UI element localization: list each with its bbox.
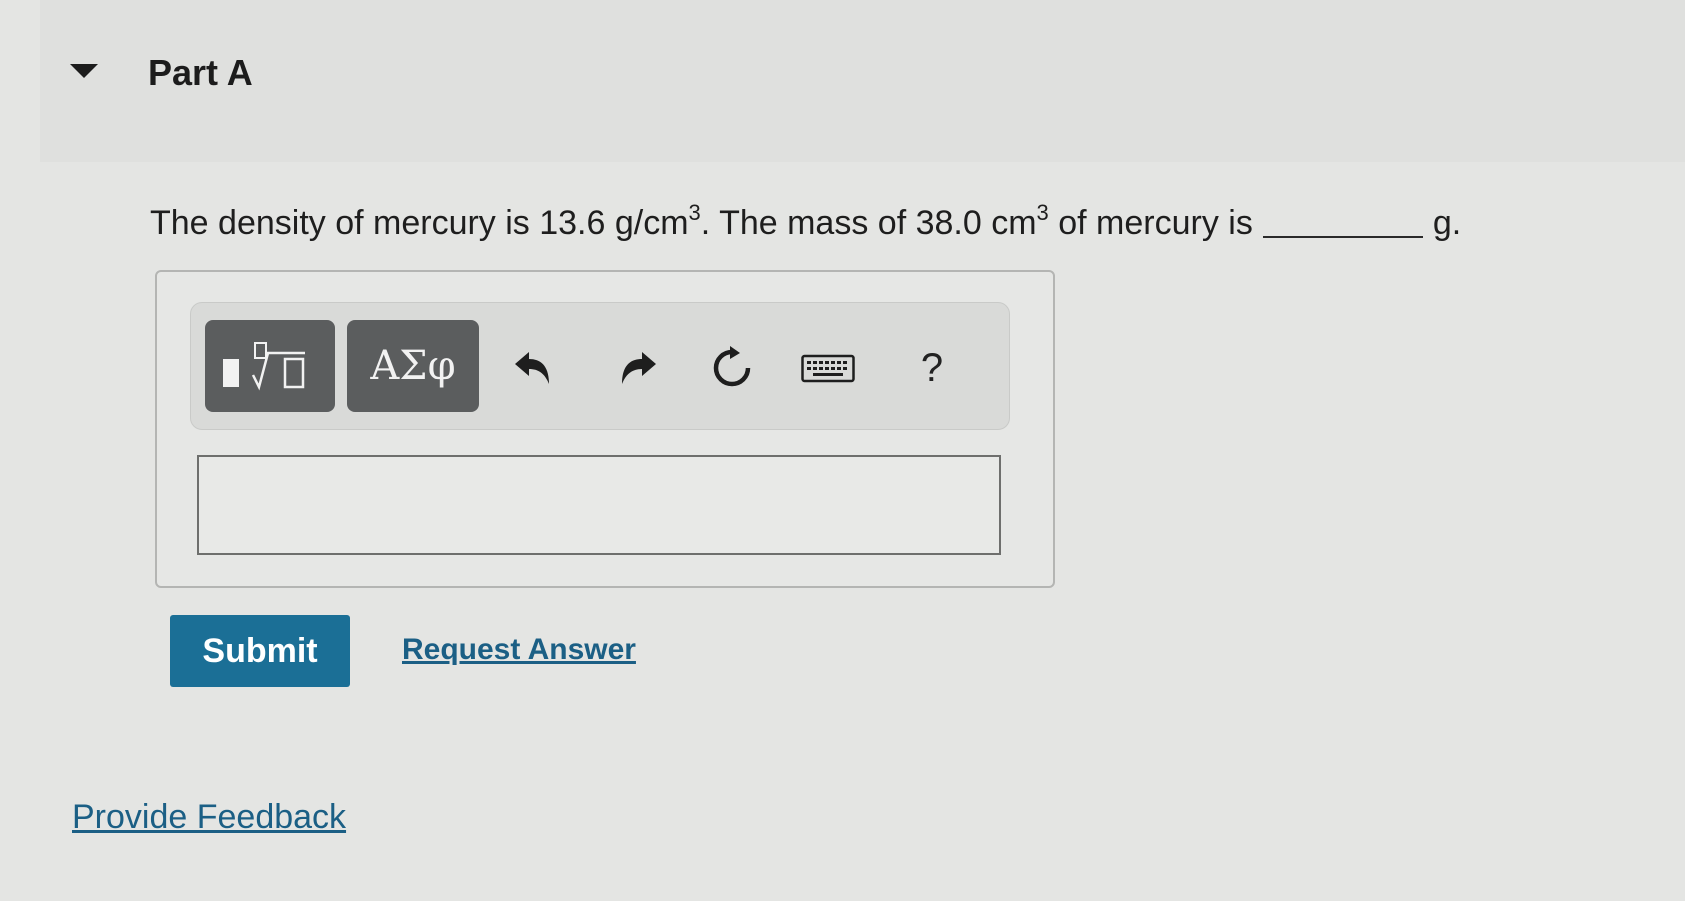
request-answer-link[interactable]: Request Answer — [402, 633, 636, 667]
submit-button[interactable]: Submit — [170, 615, 350, 687]
answer-input[interactable] — [197, 455, 1001, 555]
templates-button[interactable] — [205, 320, 335, 412]
greek-symbols-button[interactable]: ΑΣφ — [347, 320, 479, 412]
templates-icon — [223, 342, 305, 391]
undo-icon[interactable] — [505, 340, 561, 396]
answer-blank — [1262, 208, 1423, 238]
question-text-3: of mercury is — [1048, 204, 1253, 242]
redo-icon[interactable] — [610, 340, 666, 396]
help-icon[interactable]: ? — [904, 340, 960, 396]
question-text: The density of mercury is 13.6 g/cm3. Th… — [150, 200, 1461, 243]
question-text-2: . The mass of 38.0 cm — [700, 204, 1037, 242]
collapse-triangle-icon[interactable] — [70, 64, 98, 78]
keyboard-icon[interactable] — [800, 340, 856, 396]
question-sup-1: 3 — [688, 200, 701, 225]
question-sup-2: 3 — [1036, 200, 1049, 225]
reset-icon[interactable] — [704, 340, 760, 396]
part-header[interactable] — [40, 0, 1685, 162]
provide-feedback-link[interactable]: Provide Feedback — [72, 798, 346, 837]
part-title: Part A — [148, 52, 253, 93]
question-unit: g. — [1432, 204, 1462, 242]
question-text-1: The density of mercury is 13.6 g/cm — [150, 204, 689, 242]
